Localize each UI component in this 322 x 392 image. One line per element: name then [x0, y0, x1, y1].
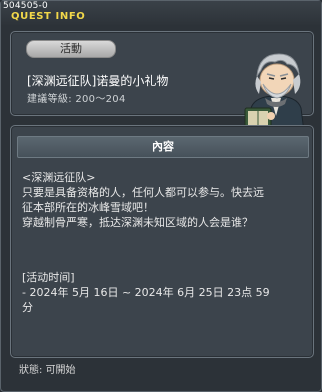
title-bar[interactable]: 504505-0 QUEST INFO — [1, 1, 321, 25]
content-line: <深渊远征队> — [22, 171, 96, 184]
quest-info-window: 504505-0 QUEST INFO 活動 [深渊远征队]诺曼的小礼物 建議等… — [0, 0, 322, 392]
category-badge: 活動 — [26, 40, 116, 58]
content-body[interactable]: <深渊远征队> 只要是具备资格的人，任何人都可以参与。快去远 征本部所在的冰峰雪… — [22, 170, 306, 315]
content-line: 只要是具备资格的人，任何人都可以参与。快去远 — [22, 186, 264, 199]
recommended-level: 建議等級: 200～204 — [27, 94, 126, 105]
event-time-range-cont: 分 — [22, 301, 33, 314]
quest-status: 狀態: 可開始 — [19, 365, 76, 376]
event-time-range: - 2024年 5月 16日 ~ 2024年 6月 25日 23点 59 — [22, 286, 270, 299]
quest-summary-panel: 活動 [深渊远征队]诺曼的小礼物 建議等級: 200～204 — [10, 31, 314, 141]
quest-name: [深渊远征队]诺曼的小礼物 — [27, 74, 169, 88]
event-time-label: [活动时间] — [22, 271, 75, 284]
window-title: QUEST INFO — [11, 11, 86, 22]
content-header: 內容 — [17, 136, 309, 158]
content-line: 征本部所在的冰峰雪域吧！ — [22, 201, 154, 214]
content-line: 穿越制骨严寒，抵达深渊未知区域的人会是谁？ — [22, 216, 253, 229]
quest-content-panel: 內容 <深渊远征队> 只要是具备资格的人，任何人都可以参与。快去远 征本部所在的… — [10, 125, 314, 358]
